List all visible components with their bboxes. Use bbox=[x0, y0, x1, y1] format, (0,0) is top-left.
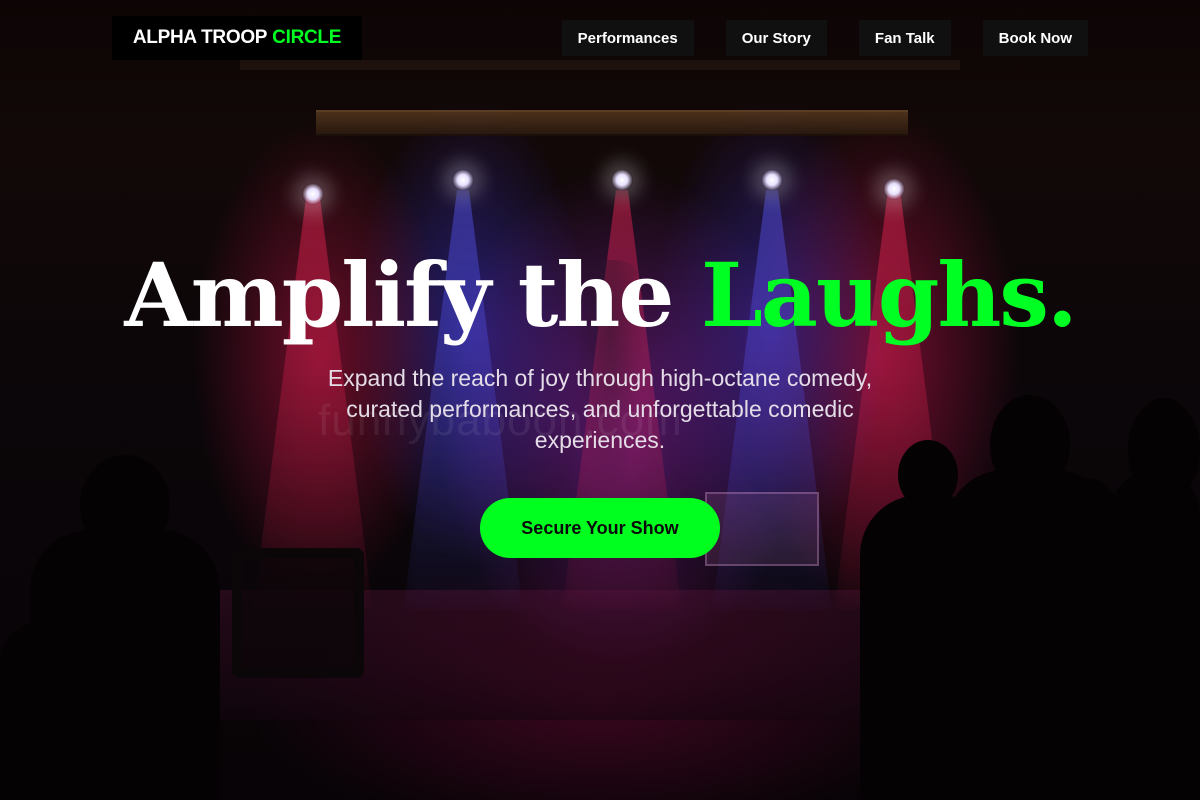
spotlight-icon bbox=[611, 169, 633, 191]
main-nav: Performances Our Story Fan Talk Book Now bbox=[561, 20, 1088, 56]
hero-subtitle: Expand the reach of joy through high-oct… bbox=[327, 365, 873, 453]
nav-item-our-story[interactable]: Our Story bbox=[725, 20, 827, 56]
spotlight-icon bbox=[302, 183, 324, 205]
spotlight-icon bbox=[761, 169, 783, 191]
audience-silhouette bbox=[1110, 470, 1200, 800]
nav-item-performances[interactable]: Performances bbox=[561, 20, 694, 56]
nav-item-fan-talk[interactable]: Fan Talk bbox=[858, 20, 951, 56]
brand-name: ALPHA TROOP bbox=[132, 27, 268, 48]
secure-show-button[interactable]: Secure Your Show bbox=[480, 498, 720, 558]
headline-main: Amplify the bbox=[124, 243, 674, 347]
stage-truss bbox=[240, 60, 960, 70]
spotlight-icon bbox=[883, 178, 905, 200]
nav-item-book-now[interactable]: Book Now bbox=[982, 20, 1088, 56]
hero-section: funnybaboon.com ALPHA TROOP CIRCLE Perfo… bbox=[0, 0, 1200, 800]
stage-prop bbox=[705, 492, 819, 566]
stage-valance bbox=[316, 110, 908, 136]
audience-chair bbox=[232, 548, 364, 678]
brand-logo[interactable]: ALPHA TROOP CIRCLE bbox=[112, 16, 362, 60]
hero-headline: Amplify the Laughs. bbox=[0, 240, 1200, 350]
spotlight-icon bbox=[452, 169, 474, 191]
brand-name-accent: CIRCLE bbox=[272, 27, 342, 48]
audience-silhouette bbox=[0, 620, 90, 800]
headline-accent: Laughs. bbox=[701, 243, 1078, 347]
